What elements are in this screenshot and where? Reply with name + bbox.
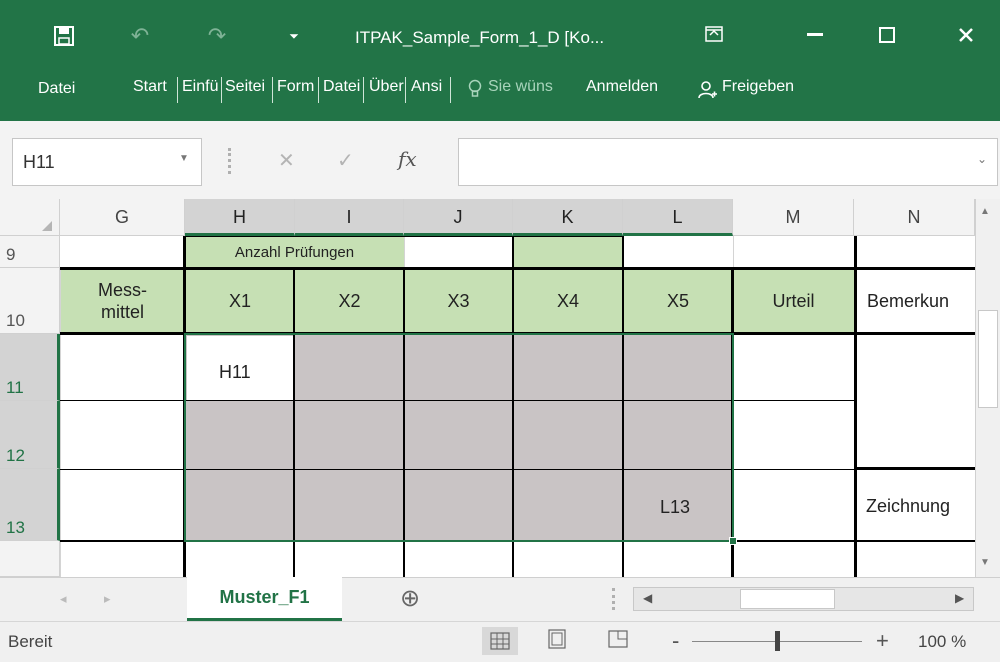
tab-einfuegen[interactable]: Einfü	[182, 78, 218, 96]
tab-ansicht[interactable]: Ansi	[411, 78, 442, 96]
row-header-11[interactable]: 11	[0, 334, 60, 401]
row-header-9[interactable]: 9	[0, 236, 60, 268]
redo-icon[interactable]: ↷	[195, 22, 239, 50]
scroll-down-icon[interactable]: ▼	[980, 557, 990, 568]
column-header-l[interactable]: L	[623, 199, 733, 236]
normal-view-icon[interactable]	[482, 627, 518, 655]
tab-ueberpruefen[interactable]: Über	[369, 78, 404, 96]
tab-separator	[363, 77, 364, 103]
cell-k9[interactable]	[513, 236, 623, 268]
name-box-value: H11	[23, 152, 55, 172]
share-button[interactable]: Freigeben	[722, 78, 794, 96]
row-number: 9	[6, 245, 16, 264]
tab-separator	[177, 77, 178, 103]
close-button[interactable]	[944, 20, 988, 50]
tab-separator	[221, 77, 222, 103]
name-box[interactable]: H11 ▼	[12, 138, 202, 186]
cell-m10[interactable]: Urteil	[733, 268, 854, 334]
share-person-icon	[697, 78, 719, 102]
vertical-scroll-thumb[interactable]	[978, 310, 998, 408]
scroll-left-icon[interactable]: ◀	[643, 591, 652, 605]
row-header-12[interactable]: 12	[0, 401, 60, 469]
column-header-h[interactable]: H	[185, 199, 295, 236]
tab-daten[interactable]: Datei	[323, 78, 360, 96]
row-number: 10	[6, 311, 25, 330]
row-number: 12	[6, 446, 25, 465]
row-header-13[interactable]: 13	[0, 469, 60, 541]
column-header-i[interactable]: I	[295, 199, 404, 236]
scroll-up-icon[interactable]: ▲	[980, 206, 990, 217]
tab-split-grip-icon[interactable]	[612, 588, 616, 610]
lightbulb-icon	[466, 78, 484, 100]
column-header-k[interactable]: K	[513, 199, 623, 236]
tab-separator	[405, 77, 406, 103]
scroll-right-icon[interactable]: ▶	[955, 591, 964, 605]
border-line	[183, 236, 623, 237]
tab-formeln[interactable]: Form	[277, 78, 314, 96]
sheet-tab-muster-f1[interactable]: Muster_F1	[187, 577, 342, 621]
title-bar	[0, 0, 1000, 121]
cell-i10[interactable]: X2	[295, 268, 404, 334]
select-all-corner[interactable]	[0, 199, 60, 236]
formula-input[interactable]	[458, 138, 998, 186]
border-line	[854, 236, 857, 577]
column-header-n[interactable]: N	[854, 199, 975, 236]
page-layout-view-icon[interactable]	[547, 629, 571, 653]
chevron-down-icon[interactable]: ▼	[179, 153, 189, 164]
add-sheet-icon[interactable]: ⊕	[400, 584, 420, 613]
status-text: Bereit	[8, 632, 53, 651]
gridline	[733, 236, 734, 268]
row-number: 11	[6, 378, 24, 397]
window-title: ITPAK_Sample_Form_1_D [Ko...	[355, 28, 605, 47]
cell-n13[interactable]: Zeichnung	[866, 496, 975, 517]
maximize-button[interactable]	[862, 20, 912, 50]
sheet-prev-icon[interactable]: ◂	[60, 591, 67, 607]
cell-l10[interactable]: X5	[623, 268, 733, 334]
expand-formula-bar-icon[interactable]: ⌄	[977, 152, 987, 166]
tab-separator	[450, 77, 451, 103]
tab-separator	[272, 77, 273, 103]
zoom-slider-thumb[interactable]	[775, 631, 780, 651]
save-icon[interactable]	[50, 22, 78, 50]
minimize-button[interactable]	[790, 20, 840, 50]
insert-function-icon[interactable]: fx	[398, 147, 417, 171]
border-line	[622, 236, 624, 268]
page-break-view-icon[interactable]	[608, 629, 632, 653]
selection-border	[184, 333, 734, 542]
zoom-level[interactable]: 100 %	[918, 632, 966, 652]
border-line	[60, 267, 975, 270]
confirm-entry-icon[interactable]: ✓	[337, 148, 354, 173]
row-header-10[interactable]: 10	[0, 268, 60, 334]
row-number: 13	[6, 518, 25, 537]
gridline	[60, 268, 61, 577]
cell-h9[interactable]: Anzahl Prüfungen	[185, 236, 404, 268]
tell-me-search[interactable]: Sie wüns	[488, 78, 553, 96]
tab-datei[interactable]: Datei	[38, 80, 75, 98]
formula-bar-grip-icon	[228, 148, 232, 174]
customize-qat-icon[interactable]: ⏷	[284, 22, 304, 50]
gridline	[404, 236, 405, 268]
column-header-m[interactable]: M	[733, 199, 854, 236]
cell-j10[interactable]: X3	[404, 268, 513, 334]
cell-g10[interactable]: Mess- mittel	[60, 268, 185, 334]
zoom-in-button[interactable]: +	[876, 628, 889, 654]
sign-in-link[interactable]: Anmelden	[586, 78, 658, 96]
zoom-out-button[interactable]: -	[672, 628, 679, 654]
cell-n10[interactable]: Bemerkun	[857, 268, 975, 334]
column-header-j[interactable]: J	[404, 199, 513, 236]
column-header-g[interactable]: G	[60, 199, 185, 236]
cell-k10[interactable]: X4	[513, 268, 623, 334]
undo-icon[interactable]: ↶	[118, 22, 162, 50]
cancel-entry-icon[interactable]: ✕	[278, 148, 295, 173]
tab-start[interactable]: Start	[133, 78, 167, 96]
border-line	[857, 467, 975, 470]
tab-separator	[318, 77, 319, 103]
fill-handle[interactable]	[729, 537, 737, 545]
row-header-14[interactable]	[0, 541, 60, 577]
sheet-next-icon[interactable]: ▸	[104, 591, 111, 607]
horizontal-scroll-thumb[interactable]	[740, 589, 835, 609]
cell-h10[interactable]: X1	[185, 268, 295, 334]
tab-seitenlayout[interactable]: Seitei	[225, 78, 265, 96]
ribbon-display-options-icon[interactable]	[702, 22, 726, 46]
